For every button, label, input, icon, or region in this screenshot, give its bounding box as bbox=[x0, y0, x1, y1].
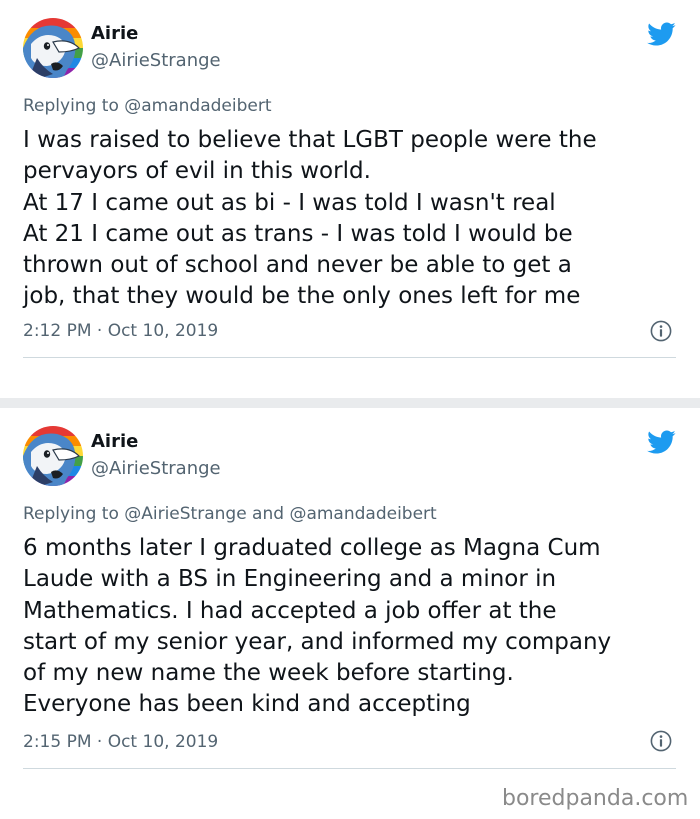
author-name[interactable]: Airie bbox=[91, 431, 138, 453]
tweet-text-line: job, that they would be the only ones le… bbox=[23, 283, 581, 310]
author-handle[interactable]: @AirieStrange bbox=[91, 458, 221, 480]
tweet-text-line: Mathematics. I had accepted a job offer … bbox=[23, 597, 557, 624]
tweet-timestamp[interactable]: 2:15 PM · Oct 10, 2019 bbox=[23, 731, 218, 753]
author-name[interactable]: Airie bbox=[91, 23, 138, 45]
tweet-text-line: At 21 I came out as trans - I was told I… bbox=[23, 220, 573, 247]
tweet-text: 6 months later I graduated college as Ma… bbox=[23, 533, 683, 721]
tweet-text-line: Laude with a BS in Engineering and a min… bbox=[23, 566, 557, 593]
avatar-image bbox=[23, 426, 83, 486]
avatar[interactable] bbox=[23, 18, 83, 78]
tweet-text-line: Everyone has been kind and accepting bbox=[23, 691, 471, 718]
tweet-text-line: I was raised to believe that LGBT people… bbox=[23, 127, 597, 153]
twitter-bird-icon[interactable] bbox=[646, 19, 676, 49]
author-handle[interactable]: @AirieStrange bbox=[91, 50, 221, 72]
tweet-text-line: thrown out of school and never be able t… bbox=[23, 252, 572, 279]
tweet-timestamp[interactable]: 2:12 PM · Oct 10, 2019 bbox=[23, 320, 218, 342]
watermark: boredpanda.com bbox=[502, 786, 689, 811]
tweet-card[interactable]: Airie @AirieStrange Replying to @AirieSt… bbox=[0, 408, 700, 819]
info-icon[interactable] bbox=[650, 320, 672, 342]
info-icon[interactable] bbox=[650, 730, 672, 752]
twitter-bird-icon[interactable] bbox=[646, 427, 676, 457]
tweet-text-line: start of my senior year, and informed my… bbox=[23, 628, 612, 655]
tweet-text-line: pervayors of evil in this world. bbox=[23, 158, 371, 185]
avatar[interactable] bbox=[23, 426, 83, 486]
tweet-text-line: 6 months later I graduated college as Ma… bbox=[23, 535, 601, 561]
tweet-text: I was raised to believe that LGBT people… bbox=[23, 125, 683, 313]
tweet-text-line: At 17 I came out as bi - I was told I wa… bbox=[23, 189, 556, 216]
divider bbox=[23, 357, 676, 358]
tweet-card[interactable]: Airie @AirieStrange Replying to @amandad… bbox=[0, 0, 700, 398]
tweet-text-line: of my new name the week before starting. bbox=[23, 660, 514, 687]
reply-context[interactable]: Replying to @amandadeibert bbox=[23, 95, 272, 117]
reply-context[interactable]: Replying to @AirieStrange and @amandadei… bbox=[23, 503, 437, 525]
divider bbox=[23, 768, 676, 769]
avatar-image bbox=[23, 18, 83, 78]
